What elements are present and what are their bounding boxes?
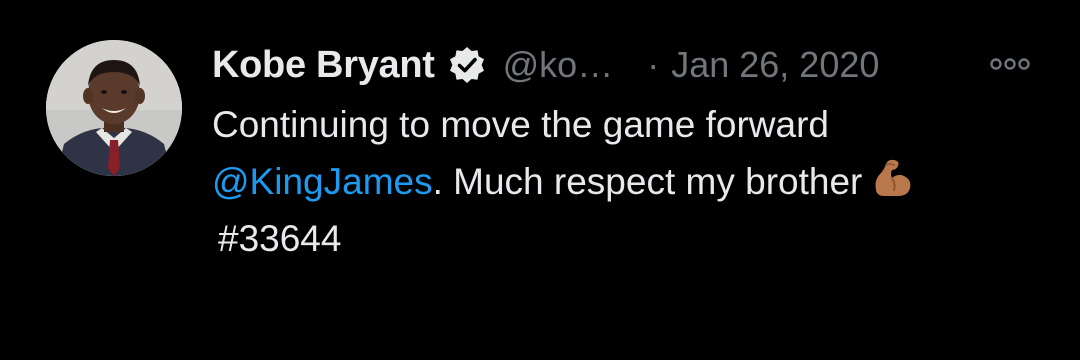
tweet-text: Continuing to move the game forward @Kin… [212, 96, 1062, 267]
more-options-icon[interactable] [988, 54, 1032, 74]
mention-link[interactable]: @KingJames [212, 161, 433, 202]
tweet-text-continuation: . Much respect my brother [432, 161, 863, 202]
tweet[interactable]: Kobe Bryant @ko… · Jan 26, 2020 Continui… [0, 0, 1080, 360]
separator-dot: · [647, 44, 660, 85]
tweet-content: Kobe Bryant @ko… · Jan 26, 2020 Continui… [212, 36, 1062, 267]
tweet-header: Kobe Bryant @ko… · Jan 26, 2020 [212, 36, 1062, 94]
avatar[interactable] [46, 40, 182, 176]
tweet-text-line-3: #33644 [212, 210, 1062, 267]
tweet-text-line-1: Continuing to move the game forward [212, 104, 830, 145]
author-name[interactable]: Kobe Bryant [212, 44, 435, 87]
tweet-date[interactable]: Jan 26, 2020 [671, 44, 879, 86]
author-handle[interactable]: @ko… [503, 44, 614, 86]
verified-badge-icon [447, 45, 487, 85]
avatar-photo [46, 40, 182, 176]
tweet-text-line-2: @KingJames. Much respect my brother [212, 153, 1062, 210]
flexed-biceps-emoji-icon [870, 156, 914, 200]
hashtag[interactable]: #33644 [218, 218, 341, 259]
